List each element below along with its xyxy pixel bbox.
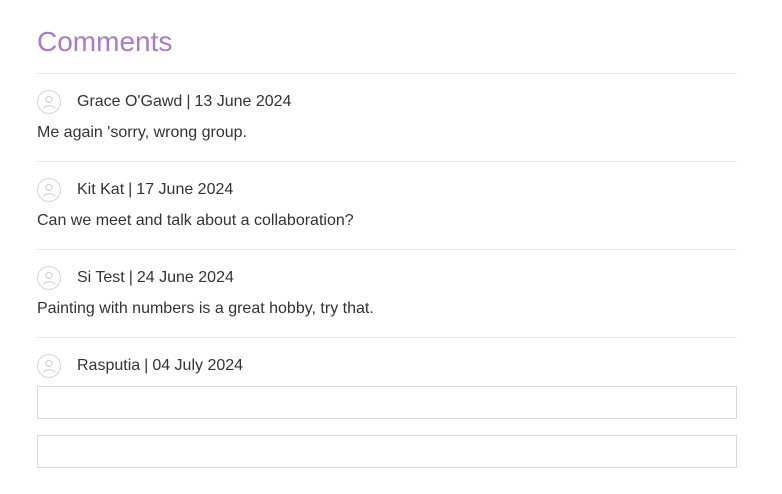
compose-header: Rasputia | 04 July 2024 xyxy=(37,353,243,379)
comment-meta: Si Test | 24 June 2024 xyxy=(77,268,234,288)
divider xyxy=(37,161,737,162)
comment-author: Kit Kat xyxy=(77,181,125,198)
comment-header: Kit Kat | 17 June 2024 xyxy=(37,177,233,203)
meta-separator: | xyxy=(128,181,133,198)
comment-header: Si Test | 24 June 2024 xyxy=(37,265,234,291)
comments-heading: Comments xyxy=(37,26,173,57)
comment-author: Si Test xyxy=(77,269,125,286)
compose-meta: Rasputia | 04 July 2024 xyxy=(77,356,243,376)
user-avatar-icon xyxy=(37,178,61,202)
user-avatar-icon xyxy=(37,90,61,114)
meta-separator: | xyxy=(128,269,133,286)
user-avatar-icon xyxy=(37,266,61,290)
comment-text: Me again 'sorry, wrong group. xyxy=(37,124,247,141)
comment-text: Painting with numbers is a great hobby, … xyxy=(37,300,374,317)
comment-date: 17 June 2024 xyxy=(136,181,234,198)
comment-header: Grace O'Gawd | 13 June 2024 xyxy=(37,89,291,115)
comment-input-field-2[interactable] xyxy=(37,435,737,468)
divider xyxy=(37,337,737,338)
meta-separator: | xyxy=(144,357,149,374)
comment-text: Can we meet and talk about a collaborati… xyxy=(37,212,354,229)
divider xyxy=(37,73,737,74)
divider xyxy=(37,249,737,250)
compose-author: Rasputia xyxy=(77,357,141,374)
comment-input-field[interactable] xyxy=(37,386,737,419)
comment-date: 13 June 2024 xyxy=(194,93,292,110)
comment-meta: Grace O'Gawd | 13 June 2024 xyxy=(77,92,291,112)
compose-date: 04 July 2024 xyxy=(152,357,244,374)
comment-author: Grace O'Gawd xyxy=(77,93,183,110)
meta-separator: | xyxy=(186,93,191,110)
comment-meta: Kit Kat | 17 June 2024 xyxy=(77,180,233,200)
comment-date: 24 June 2024 xyxy=(136,269,234,286)
user-avatar-icon xyxy=(37,354,61,378)
